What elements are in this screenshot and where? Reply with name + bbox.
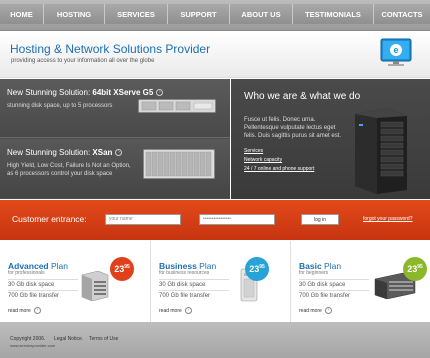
promo-xsan: New Stunning Solution: XSan › High Yield,…	[0, 139, 230, 198]
promo-xserve: New Stunning Solution: 64bit XServe G5 › …	[0, 79, 230, 138]
price-value: 23	[407, 264, 418, 274]
main-nav: HOME HOSTING SERVICES SUPPORT ABOUT US T…	[0, 0, 430, 31]
divider	[8, 279, 78, 280]
arrow-right-icon: ›	[324, 307, 332, 314]
link-support[interactable]: 24 / 7 online and phone support	[244, 166, 314, 172]
forgot-password-link[interactable]: forgot your password?	[363, 216, 412, 222]
nav-hosting[interactable]: HOSTING	[44, 4, 105, 24]
plan-subtitle: for beginners	[299, 270, 329, 276]
svg-text:e: e	[393, 45, 398, 55]
login-bar: Customer entrance: your name •••••••••••…	[0, 200, 430, 240]
price-badge: 23 95	[110, 257, 134, 281]
plan-transfer: 700 Gb file transfer	[8, 293, 60, 299]
username-input[interactable]: your name	[105, 214, 181, 225]
price-value: 23	[114, 264, 125, 274]
divider	[8, 290, 78, 291]
plan-transfer: 700 Gb file transfer	[299, 293, 351, 299]
read-more-link[interactable]: read more ›	[8, 307, 41, 314]
plan-advanced: Advanced Plan for professionals 30 Gb di…	[0, 241, 142, 322]
password-input[interactable]: ••••••••••••••••	[199, 214, 275, 225]
price-badge: 23 95	[245, 257, 269, 281]
about-text: Fusce ut felis. Donec urna. Pellentesque…	[244, 117, 342, 139]
price-value: 23	[249, 264, 260, 274]
promo-text: stunning disk space, up to 5 processors	[7, 103, 113, 109]
rack-server-icon	[138, 99, 216, 113]
nav-testimonials[interactable]: TESTIMONIALS	[293, 4, 374, 24]
divider	[159, 279, 229, 280]
promo-panel: New Stunning Solution: 64bit XServe G5 › …	[0, 79, 230, 199]
login-label: Customer entrance:	[12, 214, 87, 224]
storage-array-icon	[143, 149, 215, 179]
promo-text: High Yield, Low Cost, Failure Is Not an …	[7, 163, 131, 177]
divider	[299, 279, 369, 280]
plan-business: Business Plan for business resources 30 …	[150, 241, 292, 322]
plan-subtitle: for professionals	[8, 270, 45, 276]
nav-services[interactable]: SERVICES	[105, 4, 168, 24]
plan-transfer: 700 Gb file transfer	[159, 293, 211, 299]
plan-disk: 30 Gb disk space	[8, 282, 55, 288]
site-slogan: providing access to your information all…	[11, 58, 155, 64]
legal-notice-link[interactable]: Legal Notice.	[54, 336, 83, 342]
nav-support[interactable]: SUPPORT	[168, 4, 230, 24]
price-cents: 95	[417, 264, 423, 270]
nav-about-us[interactable]: ABOUT US	[230, 4, 293, 24]
plan-subtitle: for business resources	[159, 270, 210, 276]
site-title: Hosting & Network Solutions Provider	[10, 42, 211, 56]
nav-contacts[interactable]: CONTACTS	[374, 4, 430, 24]
server-icon	[81, 270, 109, 301]
plan-disk: 30 Gb disk space	[159, 282, 206, 288]
plan-basic: Basic Plan for beginners 30 Gb disk spac…	[290, 241, 430, 322]
login-button[interactable]: log in	[301, 214, 339, 225]
arrow-right-icon[interactable]: ›	[115, 149, 123, 157]
link-network-capacity[interactable]: Network capacity	[244, 157, 282, 163]
footer-domain: www.serviceprovider.com	[10, 343, 56, 348]
monitor-logo-icon: e	[380, 38, 412, 66]
promo-title[interactable]: New Stunning Solution: 64bit XServe G5 ›	[7, 88, 164, 97]
divider	[299, 290, 369, 291]
price-cents: 95	[259, 264, 265, 270]
arrow-right-icon: ›	[33, 307, 41, 314]
nav-home[interactable]: HOME	[0, 4, 44, 24]
about-title: Who we are & what we do	[244, 91, 361, 102]
site-footer: Copyright 2006. Legal Notice. Terms of U…	[0, 322, 430, 358]
server-tower-icon	[355, 108, 407, 194]
plan-disk: 30 Gb disk space	[299, 282, 346, 288]
read-more-label: read more	[299, 307, 322, 314]
terms-of-use-link[interactable]: Terms of Use	[89, 336, 118, 342]
site-header: Hosting & Network Solutions Provider pro…	[0, 32, 430, 78]
divider	[159, 290, 229, 291]
copyright-text: Copyright 2006.	[10, 336, 46, 342]
promo-title[interactable]: New Stunning Solution: XSan ›	[7, 148, 123, 157]
promo-title-bold: XSan	[92, 148, 113, 157]
price-badge: 23 95	[403, 257, 427, 281]
price-cents: 95	[124, 264, 130, 270]
read-more-link[interactable]: read more ›	[299, 307, 332, 314]
arrow-right-icon: ›	[184, 307, 192, 314]
arrow-right-icon[interactable]: ›	[156, 89, 164, 97]
link-services[interactable]: Services	[244, 148, 263, 154]
plan-word: Plan	[48, 261, 68, 271]
promo-title-prefix: New Stunning Solution:	[7, 148, 93, 157]
about-panel: Who we are & what we do Fusce ut felis. …	[231, 79, 430, 199]
promo-title-prefix: New Stunning Solution:	[7, 88, 93, 97]
read-more-label: read more	[8, 307, 31, 314]
plans-section: Advanced Plan for professionals 30 Gb di…	[0, 241, 430, 322]
read-more-link[interactable]: read more ›	[159, 307, 192, 314]
read-more-label: read more	[159, 307, 182, 314]
promo-title-bold: 64bit XServe G5	[92, 88, 154, 97]
